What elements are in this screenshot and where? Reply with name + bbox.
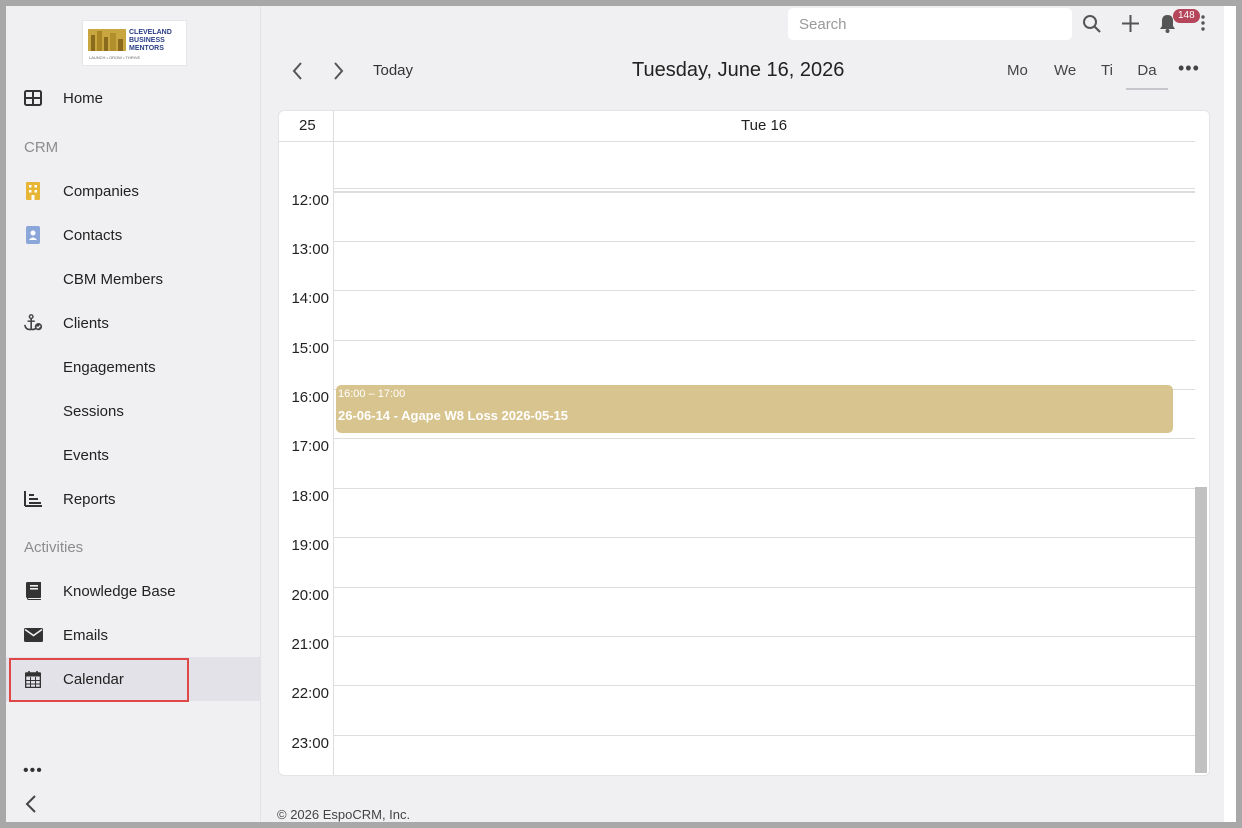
sidebar-item-knowledge-base[interactable]: Knowledge Base [6, 569, 260, 613]
hour-label: 23:00 [291, 735, 329, 752]
chevron-left-icon [25, 795, 36, 813]
time-slot[interactable]: 13:00 [279, 241, 1195, 290]
day-header: Tue 16 [741, 117, 788, 134]
sidebar-item-label: Events [63, 446, 109, 464]
sidebar-item-label: Companies [63, 182, 139, 200]
logo-text-line3: MENTORS [129, 45, 164, 52]
all-day-slot[interactable] [279, 142, 1195, 188]
calendar-title: Tuesday, June 16, 2026 [632, 59, 845, 81]
sidebar-item-cbm-members[interactable]: CBM Members [6, 257, 260, 301]
hour-label: 12:00 [291, 192, 329, 209]
search-input[interactable] [788, 8, 1072, 40]
calendar-icon [23, 669, 43, 689]
sidebar-item-label: Engagements [63, 358, 156, 376]
time-column-divider [333, 111, 334, 775]
sidebar-item-label: Contacts [63, 226, 123, 244]
logo-text-line2: BUSINESS [129, 37, 165, 44]
tab-month[interactable]: Mo [1007, 62, 1028, 79]
sidebar-item-clients[interactable]: Clients [6, 301, 260, 345]
hour-label: 16:00 [291, 389, 329, 406]
time-slot[interactable]: 19:00 [279, 537, 1195, 586]
sidebar-item-label: Clients [63, 314, 109, 332]
sidebar-item-label: Sessions [63, 402, 124, 420]
sidebar-item-label: Calendar [63, 670, 124, 688]
window-edge [1224, 6, 1236, 822]
book-icon [23, 581, 43, 601]
logo-tagline: LAUNCH • GROW • THRIVE [89, 55, 141, 60]
sidebar-item-label: CBM Members [63, 270, 164, 288]
view-more-button[interactable]: ••• [1178, 58, 1200, 79]
hour-label: 13:00 [291, 241, 329, 258]
hour-label: 14:00 [291, 290, 329, 307]
sidebar-item-calendar[interactable]: Calendar [6, 657, 260, 701]
time-slot[interactable]: 20:00 [279, 587, 1195, 636]
section-label-activities: Activities [24, 539, 84, 556]
hour-label: 17:00 [291, 438, 329, 455]
sidebar-item-contacts[interactable]: Contacts [6, 213, 260, 257]
hour-label: 15:00 [291, 340, 329, 357]
time-slot[interactable]: 22:00 [279, 685, 1195, 734]
envelope-icon [23, 625, 43, 645]
sidebar-item-emails[interactable]: Emails [6, 613, 260, 657]
time-slot[interactable]: 23:00 [279, 735, 1195, 775]
contact-card-icon [23, 225, 43, 245]
footer-copyright: © 2026 EspoCRM, Inc. [277, 807, 411, 822]
hour-label: 21:00 [291, 636, 329, 653]
anchor-check-icon [23, 313, 43, 333]
sidebar-item-home[interactable]: Home [6, 76, 260, 120]
sidebar-item-label: Knowledge Base [63, 582, 176, 600]
tab-timeline[interactable]: Ti [1101, 62, 1113, 79]
event-time: 16:00 – 17:00 [338, 388, 406, 400]
week-number: 25 [299, 117, 316, 134]
hour-label: 20:00 [291, 587, 329, 604]
time-slot[interactable]: 12:00 [279, 192, 1195, 241]
hour-label: 19:00 [291, 537, 329, 554]
chevron-right-icon [334, 62, 344, 80]
hour-label: 22:00 [291, 685, 329, 702]
building-icon [23, 181, 43, 201]
tab-day[interactable]: Da [1126, 62, 1168, 90]
app-window: CLEVELAND BUSINESS MENTORS LAUNCH • GROW… [6, 6, 1224, 822]
search-icon[interactable] [1082, 14, 1102, 39]
calendar-grid: 25 Tue 16 12:00 13:00 14:00 15:00 16:00 … [278, 110, 1210, 776]
time-slot[interactable]: 18:00 [279, 488, 1195, 537]
next-button[interactable] [328, 60, 348, 82]
event-title: 26-06-14 - Agape W8 Loss 2026-05-15 [338, 408, 569, 423]
chevron-left-icon [292, 62, 302, 80]
sidebar-item-sessions[interactable]: Sessions [6, 389, 260, 433]
time-slot[interactable]: 17:00 [279, 438, 1195, 487]
sidebar-item-label: Emails [63, 626, 109, 644]
calendar-event[interactable]: 16:00 – 17:00 26-06-14 - Agape W8 Loss 2… [336, 385, 1173, 433]
section-label-crm: CRM [24, 139, 59, 156]
bar-chart-icon [23, 489, 43, 509]
sidebar-item-label: Home [63, 89, 104, 107]
company-logo[interactable]: CLEVELAND BUSINESS MENTORS LAUNCH • GROW… [82, 20, 187, 66]
sidebar-item-companies[interactable]: Companies [6, 169, 260, 213]
prev-button[interactable] [288, 60, 308, 82]
time-slot[interactable]: 14:00 [279, 290, 1195, 339]
sidebar-item-engagements[interactable]: Engagements [6, 345, 260, 389]
kebab-menu-icon[interactable] [1201, 15, 1205, 36]
sidebar-more-button[interactable]: ••• [23, 762, 43, 780]
tab-week[interactable]: We [1054, 62, 1076, 79]
time-slot[interactable]: 21:00 [279, 636, 1195, 685]
sidebar-item-label: Reports [63, 490, 116, 508]
scrollbar-thumb[interactable] [1195, 487, 1207, 773]
sidebar: CLEVELAND BUSINESS MENTORS LAUNCH • GROW… [6, 6, 261, 822]
today-button[interactable]: Today [373, 62, 413, 79]
collapse-sidebar-button[interactable] [23, 794, 41, 814]
logo-text-line1: CLEVELAND [129, 29, 172, 36]
calendar-header-row: 25 Tue 16 [279, 111, 1195, 142]
home-grid-icon [23, 88, 43, 108]
sidebar-item-events[interactable]: Events [6, 433, 260, 477]
hour-label: 18:00 [291, 488, 329, 505]
notification-badge: 148 [1173, 9, 1200, 23]
sidebar-item-reports[interactable]: Reports [6, 477, 260, 521]
time-slot[interactable]: 15:00 [279, 340, 1195, 389]
plus-icon[interactable] [1122, 15, 1139, 37]
